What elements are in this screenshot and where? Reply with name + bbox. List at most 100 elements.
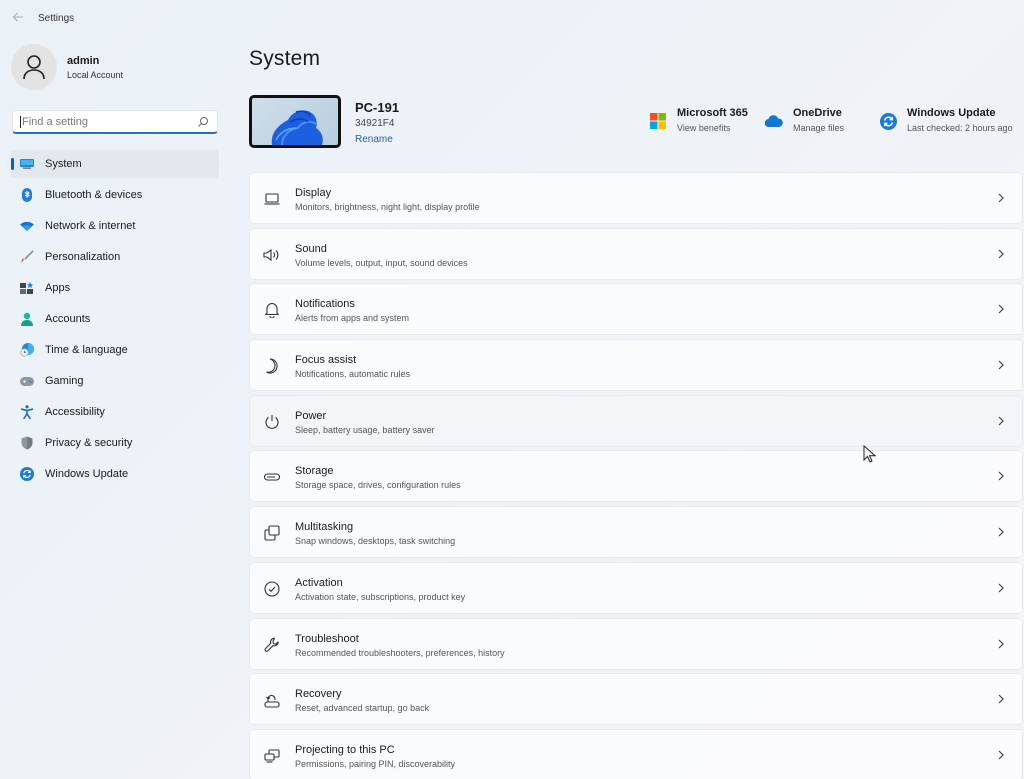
chevron-right-icon [998, 304, 1004, 314]
recovery-icon [263, 691, 281, 709]
sidebar-item-accounts[interactable]: Accounts [11, 305, 219, 333]
sidebar: admin Local Account System Bluetooth & d… [0, 38, 230, 779]
update-icon [879, 112, 897, 130]
profile-account-type: Local Account [67, 69, 124, 80]
card-title: Storage [295, 465, 334, 478]
sidebar-item-bluetooth[interactable]: Bluetooth & devices [11, 181, 219, 209]
sidebar-item-personalization[interactable]: Personalization [11, 243, 219, 271]
search-box[interactable] [12, 110, 218, 134]
card-subtitle: Notifications, automatic rules [295, 369, 411, 380]
quick-link-windows-update[interactable]: Windows Update Last checked: 2 hours ago [879, 107, 1013, 133]
mouse-cursor-icon [863, 445, 876, 463]
sidebar-item-system[interactable]: System [11, 150, 219, 178]
device-info: PC-191 34921F4 Rename [249, 95, 399, 148]
settings-card-display[interactable]: Display Monitors, brightness, night ligh… [249, 172, 1023, 224]
settings-list: Display Monitors, brightness, night ligh… [249, 172, 1023, 779]
sidebar-item-network[interactable]: Network & internet [11, 212, 219, 240]
settings-card-activation[interactable]: Activation Activation state, subscriptio… [249, 561, 1023, 614]
quick-link-subtitle: Last checked: 2 hours ago [907, 123, 1013, 133]
text-caret [20, 115, 21, 128]
settings-card-troubleshoot[interactable]: Troubleshoot Recommended troubleshooters… [249, 617, 1023, 670]
search-icon[interactable] [197, 116, 209, 128]
sidebar-item-label: Gaming [45, 375, 84, 387]
card-title: Focus assist [295, 354, 357, 367]
quick-link-title: Microsoft 365 [677, 107, 748, 119]
user-profile[interactable]: admin Local Account [11, 44, 123, 90]
chevron-right-icon [998, 639, 1004, 648]
card-title: Multitasking [295, 521, 354, 534]
settings-card-focus-assist[interactable]: Focus assist Notifications, automatic ru… [249, 339, 1023, 392]
card-subtitle: Recommended troubleshooters, preferences… [295, 647, 505, 658]
quick-links: Microsoft 365 View benefits OneDrive Man… [649, 107, 1024, 141]
bell-icon [263, 301, 281, 319]
update-icon [20, 467, 34, 481]
chevron-right-icon [998, 360, 1004, 370]
card-subtitle: Activation state, subscriptions, product… [295, 591, 466, 602]
sidebar-item-label: Bluetooth & devices [45, 189, 143, 201]
device-thumbnail [249, 95, 341, 148]
app-title: Settings [38, 13, 75, 24]
sidebar-item-label: Privacy & security [45, 437, 133, 449]
sidebar-item-gaming[interactable]: Gaming [11, 367, 219, 395]
card-subtitle: Snap windows, desktops, task switching [295, 536, 456, 547]
settings-card-multitasking[interactable]: Multitasking Snap windows, desktops, tas… [249, 506, 1023, 559]
laptop-icon [263, 190, 281, 208]
back-button[interactable] [10, 11, 26, 27]
microsoft-logo-icon [649, 112, 667, 130]
sidebar-item-label: Network & internet [45, 220, 136, 232]
wrench-icon [263, 636, 281, 654]
card-subtitle: Monitors, brightness, night light, displ… [295, 202, 480, 212]
brush-icon [20, 250, 34, 264]
card-subtitle: Storage space, drives, configuration rul… [295, 480, 461, 491]
device-id: 34921F4 [355, 118, 395, 129]
chevron-right-icon [998, 750, 1004, 760]
sidebar-item-privacy-security[interactable]: Privacy & security [11, 429, 219, 457]
quick-link-microsoft-365[interactable]: Microsoft 365 View benefits [649, 107, 748, 133]
settings-card-notifications[interactable]: Notifications Alerts from apps and syste… [249, 283, 1023, 336]
sidebar-item-windows-update[interactable]: Windows Update [11, 460, 219, 488]
settings-card-power[interactable]: Power Sleep, battery usage, battery save… [249, 394, 1023, 447]
quick-link-title: Windows Update [907, 107, 996, 119]
sidebar-item-label: System [45, 158, 82, 170]
projecting-icon [263, 747, 281, 765]
chevron-right-icon [998, 472, 1004, 481]
check-circle-icon [263, 580, 281, 598]
settings-card-recovery[interactable]: Recovery Reset, advanced startup, go bac… [249, 673, 1023, 726]
card-title: Notifications [295, 298, 355, 311]
quick-link-onedrive[interactable]: OneDrive Manage files [765, 107, 844, 133]
settings-card-projecting[interactable]: Projecting to this PC Permissions, pairi… [249, 728, 1023, 779]
avatar[interactable] [11, 44, 57, 90]
sidebar-item-time-language[interactable]: Time & language [11, 336, 219, 364]
quick-link-subtitle: Manage files [793, 123, 845, 133]
gamepad-icon [20, 374, 34, 388]
multitasking-icon [263, 524, 281, 542]
moon-icon [263, 357, 281, 375]
accessibility-icon [20, 405, 34, 419]
apps-icon [20, 281, 34, 295]
settings-card-storage[interactable]: Storage Storage space, drives, configura… [249, 450, 1023, 503]
quick-link-subtitle: View benefits [677, 123, 731, 133]
card-subtitle: Sleep, battery usage, battery saver [295, 424, 435, 435]
profile-name: admin [67, 54, 100, 67]
card-title: Projecting to this PC [295, 743, 395, 756]
sidebar-item-label: Personalization [45, 251, 121, 263]
chevron-right-icon [998, 583, 1004, 593]
sidebar-item-label: Windows Update [45, 468, 129, 480]
settings-card-sound[interactable]: Sound Volume levels, output, input, soun… [249, 227, 1023, 280]
chevron-right-icon [998, 193, 1004, 203]
person-icon [23, 55, 45, 80]
sidebar-nav: System Bluetooth & devices Network & int… [11, 150, 219, 491]
monitor-icon [20, 157, 34, 171]
sidebar-item-apps[interactable]: Apps [11, 274, 219, 302]
search-input[interactable] [22, 115, 192, 128]
sidebar-item-accessibility[interactable]: Accessibility [11, 398, 219, 426]
sidebar-item-label: Accessibility [45, 406, 105, 418]
rename-link[interactable]: Rename [355, 134, 393, 145]
chevron-right-icon [998, 527, 1004, 537]
chevron-right-icon [998, 416, 1004, 426]
title-bar: Settings [0, 0, 1024, 38]
page-title: System [249, 47, 321, 70]
card-title: Recovery [295, 688, 342, 701]
shield-icon [20, 436, 34, 450]
card-title: Power [295, 409, 327, 422]
